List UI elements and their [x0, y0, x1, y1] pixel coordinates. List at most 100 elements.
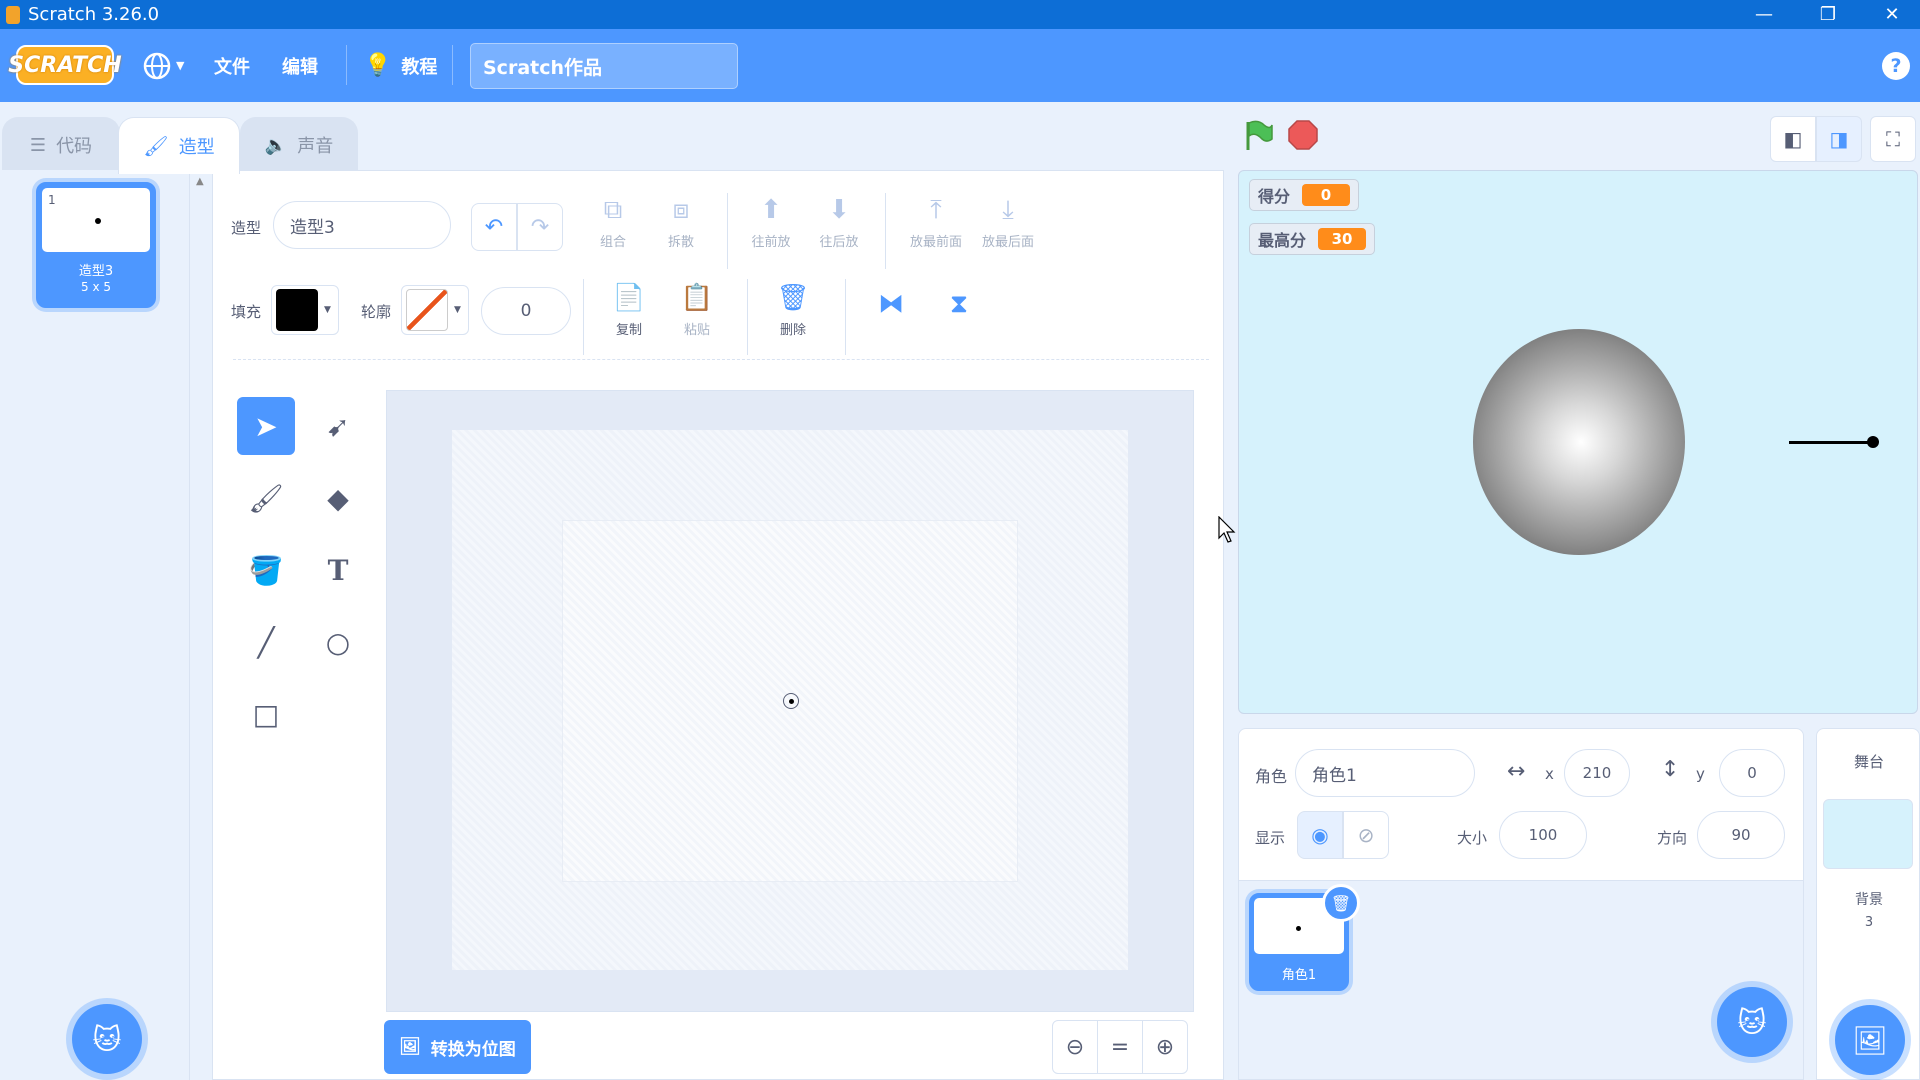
cat-add-icon: 🐱	[1737, 1005, 1767, 1039]
redo-button[interactable]: ↷	[517, 203, 563, 251]
high-score-value: 30	[1318, 228, 1367, 250]
zoom-out-icon: ⊖	[1065, 1034, 1085, 1060]
costume-item[interactable]: 1 造型3 5 x 5	[36, 182, 156, 308]
chevron-down-icon: ▼	[454, 305, 461, 315]
hide-button[interactable]: ⊘	[1343, 811, 1389, 859]
x-input[interactable]: 210	[1564, 749, 1630, 797]
minimize-button[interactable]: —	[1732, 0, 1796, 29]
green-flag-icon[interactable]	[1244, 120, 1274, 152]
ungroup-icon: ⧈	[672, 195, 690, 225]
window-title: Scratch 3.26.0	[28, 4, 160, 25]
fill-color-picker[interactable]: ▼	[271, 285, 339, 335]
file-menu[interactable]: 文件	[214, 29, 250, 102]
add-sprite-button[interactable]: 🐱	[1717, 987, 1787, 1057]
select-icon: ➤	[254, 409, 278, 443]
edit-menu[interactable]: 编辑	[282, 29, 318, 102]
text-icon: T	[327, 553, 349, 587]
line-tool[interactable]: ╱	[237, 613, 295, 671]
tab-sounds[interactable]: 🔈 声音	[240, 117, 358, 172]
circle-tool[interactable]: ○	[309, 613, 367, 671]
trash-icon: 🗑	[776, 283, 810, 313]
zoom-reset-button[interactable]: =	[1097, 1020, 1143, 1074]
zoom-out-button[interactable]: ⊖	[1052, 1020, 1098, 1074]
forward-button[interactable]: ⬆ 往前放	[741, 195, 801, 265]
show-button[interactable]: ◉	[1297, 811, 1343, 859]
flip-vertical-icon: ⧗	[949, 289, 969, 319]
ungroup-button[interactable]: ⧈ 拆散	[651, 195, 711, 265]
brush-tool[interactable]: 🖌	[237, 469, 295, 527]
score-monitor: 得分 0	[1249, 179, 1360, 211]
backward-button[interactable]: ⬇ 往后放	[809, 195, 869, 265]
arrow-up-icon: ⬆	[760, 195, 782, 225]
back-button[interactable]: ⤓ 放最后面	[973, 195, 1043, 265]
outline-width-input[interactable]: 0	[481, 287, 571, 335]
large-stage-icon: ◨	[1829, 127, 1849, 151]
outline-label: 轮廓	[361, 303, 392, 321]
help-button[interactable]: ?	[1882, 52, 1910, 80]
close-button[interactable]: ✕	[1860, 0, 1920, 29]
add-costume-button[interactable]: 🐱	[72, 1004, 142, 1074]
direction-input[interactable]: 90	[1697, 811, 1785, 859]
project-title-input[interactable]: Scratch作品	[470, 43, 738, 89]
scratch-logo[interactable]: SCRATCH	[8, 45, 122, 85]
paint-canvas[interactable]	[562, 520, 1018, 882]
sprite-item[interactable]: 角色1 🗑	[1249, 884, 1360, 991]
add-backdrop-button[interactable]: 🖼	[1835, 1005, 1905, 1075]
stage-selector-pane[interactable]: 舞台 背景 3 🖼	[1816, 728, 1920, 1080]
stage[interactable]: 得分 0 最高分 30	[1238, 170, 1918, 714]
costume-list: 1 造型3 5 x 5 🐱	[0, 170, 190, 1080]
y-input[interactable]: 0	[1719, 749, 1785, 797]
eraser-icon: ◆	[327, 481, 349, 515]
tab-code[interactable]: ☰ 代码	[2, 117, 120, 172]
redo-icon: ↷	[530, 214, 550, 240]
paste-icon: 📋	[680, 283, 714, 313]
restore-button[interactable]: ❐	[1796, 0, 1860, 29]
tab-code-label: 代码	[56, 136, 93, 157]
paste-button[interactable]: 📋 粘贴	[667, 283, 727, 353]
delete-button[interactable]: 🗑 删除	[763, 283, 823, 353]
group-button[interactable]: ⧉ 组合	[583, 195, 643, 265]
chevron-down-icon: ▼	[176, 59, 185, 72]
back-label: 放最后面	[981, 235, 1034, 250]
tab-costumes[interactable]: 🖌 造型	[118, 117, 240, 174]
no-color-swatch	[406, 289, 448, 331]
eraser-tool[interactable]: ◆	[309, 469, 367, 527]
to-front-icon: ⤒	[930, 195, 942, 225]
front-button[interactable]: ⤒ 放最前面	[901, 195, 971, 265]
undo-button[interactable]: ↶	[471, 203, 517, 251]
fullscreen-button[interactable]: ⛶	[1870, 116, 1916, 162]
costume-name-input[interactable]: 造型3	[273, 201, 451, 249]
tutorials-menu[interactable]: 💡 教程	[364, 29, 437, 102]
costume-scrollbar[interactable]: ▲	[190, 170, 212, 1080]
size-input[interactable]: 100	[1499, 811, 1587, 859]
fullscreen-icon: ⛶	[1886, 127, 1900, 151]
horizontal-arrows-icon: ↔	[1507, 759, 1526, 784]
eye-slash-icon: ⊘	[1357, 823, 1375, 847]
language-menu[interactable]: ▼	[142, 29, 184, 102]
small-stage-button[interactable]: ◧	[1770, 116, 1816, 162]
copy-button[interactable]: 📄 复制	[599, 283, 659, 353]
flip-vertical-button[interactable]: ⧗	[929, 289, 989, 359]
line-sprite[interactable]	[1789, 441, 1873, 444]
equals-icon: =	[1110, 1034, 1130, 1060]
rectangle-tool[interactable]: □	[237, 685, 295, 743]
backward-label: 往后放	[819, 235, 859, 250]
convert-to-bitmap-button[interactable]: 🖼 转换为位图	[384, 1020, 531, 1074]
stop-icon[interactable]	[1288, 120, 1318, 150]
flip-horizontal-button[interactable]: ⧓	[861, 289, 921, 359]
vertical-arrows-icon: ↕	[1661, 757, 1680, 782]
stage-pane-title: 舞台	[1853, 753, 1884, 771]
outline-color-picker[interactable]: ▼	[401, 285, 469, 335]
select-tool[interactable]: ➤	[237, 397, 295, 455]
sprite-name-input[interactable]: 角色1	[1295, 749, 1475, 797]
high-score-monitor: 最高分 30	[1249, 223, 1376, 255]
reshape-tool[interactable]: ➹	[309, 397, 367, 455]
fill-tool[interactable]: 🪣	[237, 541, 295, 599]
show-label: 显示	[1255, 829, 1286, 847]
tab-sounds-label: 声音	[297, 136, 334, 157]
text-tool[interactable]: T	[309, 541, 367, 599]
zoom-in-button[interactable]: ⊕	[1142, 1020, 1188, 1074]
large-stage-button[interactable]: ◨	[1816, 116, 1862, 162]
ball-sprite[interactable]	[1473, 329, 1685, 555]
delete-sprite-button[interactable]: 🗑	[1322, 884, 1360, 922]
